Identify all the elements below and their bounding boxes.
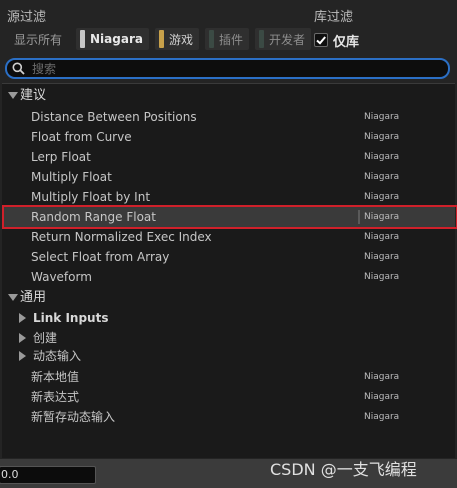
checkmark-icon	[316, 36, 326, 45]
item-source-tag: Niagara	[364, 172, 400, 182]
list-item-selected[interactable]: Random Range Float Niagara	[2, 207, 455, 227]
subcategory-label: 动态输入	[33, 349, 82, 363]
item-source-tag: Niagara	[364, 412, 400, 422]
filter-chip-game[interactable]: 游戏	[154, 28, 199, 50]
item-source-tag: Niagara	[364, 112, 400, 122]
item-label: Multiply Float by Int	[31, 190, 151, 204]
source-filter-title: 源过滤	[7, 10, 47, 25]
search-icon	[12, 62, 25, 75]
list-item[interactable]: Multiply Float Niagara	[2, 167, 455, 187]
filter-chip-niagara[interactable]: Niagara	[76, 28, 149, 50]
action-list[interactable]: 建议 Distance Between Positions Niagara Fl…	[2, 83, 457, 458]
category-label: 通用	[20, 290, 47, 305]
item-label: Lerp Float	[31, 150, 91, 164]
subcategory-label: Link Inputs	[33, 311, 109, 325]
subcategory-dynamic-inputs[interactable]: 动态输入	[2, 346, 455, 366]
subcategory-link-inputs[interactable]: Link Inputs	[2, 308, 455, 328]
category-suggested[interactable]: 建议	[2, 86, 455, 106]
expand-arrow-icon[interactable]	[19, 313, 26, 323]
list-item[interactable]: 新本地值 Niagara	[2, 367, 455, 387]
watermark: CSDN @一支飞编程	[270, 460, 417, 479]
game-chip-label: 游戏	[168, 32, 193, 47]
item-source-tag: Niagara	[364, 232, 400, 242]
plugin-color-swatch	[209, 30, 214, 48]
filter-chip-developer[interactable]: 开发者	[255, 28, 312, 50]
search-box[interactable]	[5, 58, 450, 79]
filter-chip-plugin[interactable]: 插件	[205, 28, 250, 50]
library-filter-title: 库过滤	[314, 10, 354, 25]
list-item[interactable]: 新表达式 Niagara	[2, 387, 455, 407]
developer-chip-label: 开发者	[269, 32, 306, 47]
value-field[interactable]: 0.0	[0, 466, 96, 484]
library-only-checkbox[interactable]	[314, 33, 328, 47]
category-general[interactable]: 通用	[2, 288, 455, 308]
plugin-chip-label: 插件	[219, 32, 244, 47]
item-label: Waveform	[31, 270, 92, 284]
developer-color-swatch	[259, 30, 265, 48]
item-label: 新表达式	[31, 390, 80, 404]
expand-arrow-icon[interactable]	[19, 333, 26, 343]
show-all-label: 显示所有	[14, 32, 63, 47]
subcategory-label: 创建	[33, 331, 58, 345]
subcategory-create[interactable]: 创建	[2, 328, 455, 348]
library-only-label: 仅库	[333, 34, 360, 50]
item-label: Float from Curve	[31, 130, 132, 144]
list-item[interactable]: Return Normalized Exec Index Niagara	[2, 227, 455, 247]
item-source-tag: Niagara	[364, 252, 400, 262]
library-only-toggle[interactable]: 仅库	[314, 30, 359, 50]
search-input[interactable]	[30, 60, 414, 77]
item-label: Random Range Float	[31, 210, 156, 224]
item-source-tag: Niagara	[364, 272, 400, 282]
item-label: Return Normalized Exec Index	[31, 230, 212, 244]
item-source-tag: Niagara	[364, 132, 400, 142]
item-label: Multiply Float	[31, 170, 112, 184]
item-label: 新本地值	[31, 370, 80, 384]
item-source-tag: Niagara	[364, 212, 400, 222]
list-item[interactable]: Float from Curve Niagara	[2, 127, 455, 147]
collapse-arrow-icon[interactable]	[8, 92, 18, 99]
column-separator	[358, 210, 360, 224]
item-label: Distance Between Positions	[31, 110, 197, 124]
show-all-button[interactable]: 显示所有	[6, 28, 70, 50]
expand-arrow-icon[interactable]	[19, 351, 26, 361]
item-label: 新暂存动态输入	[31, 410, 116, 424]
item-source-tag: Niagara	[364, 392, 400, 402]
item-label: Select Float from Array	[31, 250, 170, 264]
category-label: 建议	[20, 88, 47, 103]
list-item[interactable]: Multiply Float by Int Niagara	[2, 187, 455, 207]
item-source-tag: Niagara	[364, 152, 400, 162]
niagara-chip-label: Niagara	[90, 32, 143, 46]
list-item[interactable]: Waveform Niagara	[2, 267, 455, 287]
source-filter-chips: 显示所有 Niagara 游戏 插件 开发者	[6, 28, 312, 50]
niagara-color-swatch	[80, 30, 86, 48]
list-item[interactable]: 新暂存动态输入 Niagara	[2, 407, 455, 427]
item-source-tag: Niagara	[364, 372, 400, 382]
list-item[interactable]: Select Float from Array Niagara	[2, 247, 455, 267]
item-source-tag: Niagara	[364, 192, 400, 202]
list-item[interactable]: Lerp Float Niagara	[2, 147, 455, 167]
list-item[interactable]: Distance Between Positions Niagara	[2, 107, 455, 127]
collapse-arrow-icon[interactable]	[8, 294, 18, 301]
game-color-swatch	[158, 30, 164, 48]
